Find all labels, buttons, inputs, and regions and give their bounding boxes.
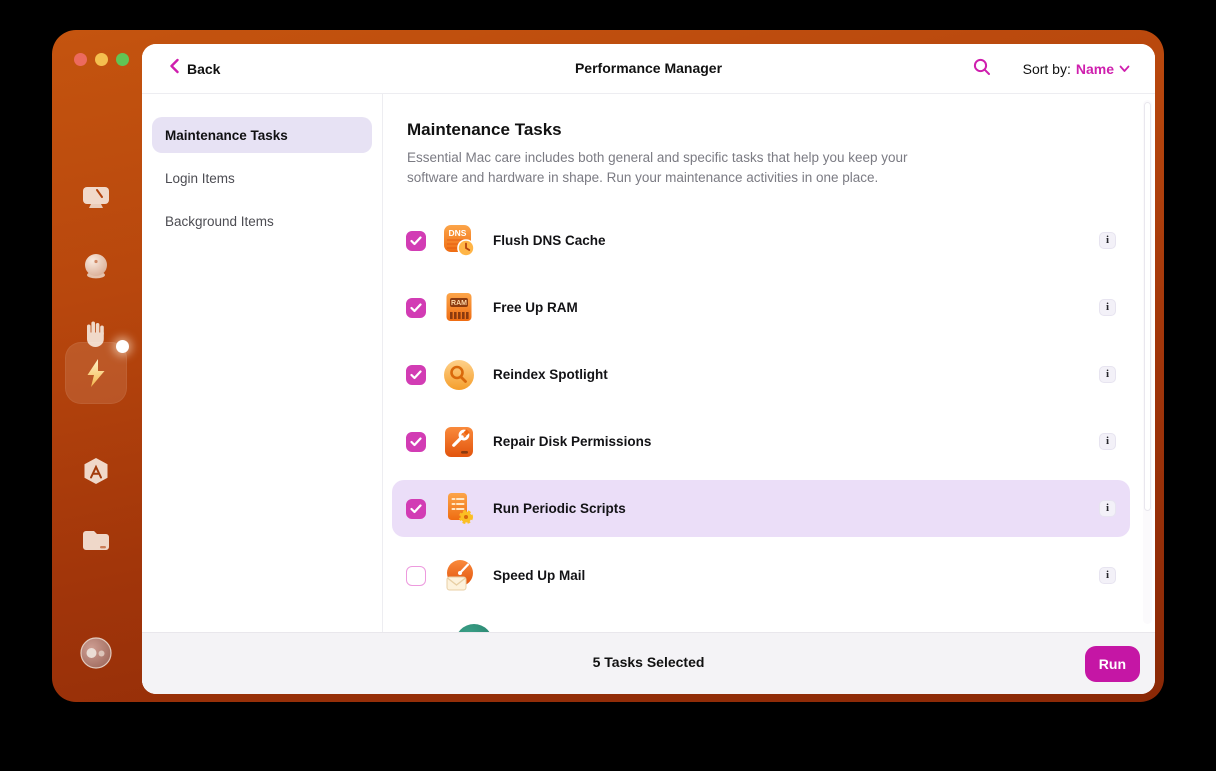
spotlight-magnifier-icon: [441, 357, 477, 393]
info-button[interactable]: i: [1099, 433, 1116, 450]
task-label: Flush DNS Cache: [493, 233, 606, 248]
assistant-button[interactable]: [78, 635, 114, 671]
script-gear-icon: [441, 491, 477, 527]
chevron-down-icon: [1119, 60, 1130, 78]
sidebar-item-my-clutter[interactable]: [78, 523, 114, 559]
task-checkbox[interactable]: [406, 298, 426, 318]
task-row-free-up-ram[interactable]: RAM Free Up RAM i: [392, 279, 1130, 336]
task-label: Run Periodic Scripts: [493, 501, 626, 516]
assistant-face-icon: [78, 635, 114, 671]
task-checkbox[interactable]: [406, 432, 426, 452]
sphere-icon: [78, 249, 114, 285]
footer-bar: 5 Tasks Selected Run: [142, 632, 1155, 694]
desktop-background: Back Performance Manager Sort by: Name: [0, 0, 1216, 771]
task-checkbox[interactable]: [406, 499, 426, 519]
info-button[interactable]: i: [1099, 299, 1116, 316]
section-description: Essential Mac care includes both general…: [407, 148, 919, 187]
nav-item-background-items[interactable]: Background Items: [152, 203, 372, 239]
close-window-button[interactable]: [74, 53, 87, 66]
task-label: Repair Disk Permissions: [493, 434, 651, 449]
mail-speedometer-icon: [441, 558, 477, 594]
section-heading: Maintenance Tasks: [407, 120, 1155, 140]
tasks-selected-status: 5 Tasks Selected: [142, 654, 1155, 670]
task-row-reindex-spotlight[interactable]: Reindex Spotlight i: [392, 346, 1130, 403]
main-panel: Maintenance Tasks Essential Mac care inc…: [383, 94, 1155, 632]
search-icon[interactable]: [973, 58, 991, 81]
task-checkbox[interactable]: [406, 365, 426, 385]
nav-item-login-items[interactable]: Login Items: [152, 160, 372, 196]
nav-item-maintenance-tasks[interactable]: Maintenance Tasks: [152, 117, 372, 153]
run-button[interactable]: Run: [1085, 646, 1140, 682]
disk-wrench-icon: [441, 424, 477, 460]
monitor-icon: [78, 180, 114, 216]
notification-badge: [116, 340, 129, 353]
sidebar-item-performance-active[interactable]: [65, 342, 127, 404]
svg-text:DNS: DNS: [449, 228, 467, 238]
task-label: Speed Up Mail: [493, 568, 585, 583]
task-row-speed-up-mail[interactable]: Speed Up Mail i: [392, 547, 1130, 604]
zoom-window-button[interactable]: [116, 53, 129, 66]
task-checkbox[interactable]: [406, 566, 426, 586]
info-button[interactable]: i: [1099, 500, 1116, 517]
info-button[interactable]: i: [1099, 567, 1116, 584]
dns-cache-icon: DNS: [441, 223, 477, 259]
task-checkbox[interactable]: [406, 231, 426, 251]
task-label: Free Up RAM: [493, 300, 578, 315]
sidebar-item-smart-care[interactable]: [78, 180, 114, 216]
sidebar-item-applications[interactable]: [78, 455, 114, 491]
applications-hexagon-icon: [78, 455, 114, 491]
scrollbar-track[interactable]: [1143, 100, 1152, 624]
ram-chip-icon: RAM: [441, 290, 477, 326]
info-button[interactable]: i: [1099, 366, 1116, 383]
task-row-run-periodic-scripts[interactable]: Run Periodic Scripts i: [392, 480, 1130, 537]
folder-icon: [78, 523, 114, 559]
minimize-window-button[interactable]: [95, 53, 108, 66]
section-nav: Maintenance Tasks Login Items Background…: [142, 94, 383, 694]
sort-by-label: Sort by:: [1023, 61, 1071, 77]
sidebar-item-cleanup[interactable]: [78, 249, 114, 285]
info-button[interactable]: i: [1099, 232, 1116, 249]
svg-text:RAM: RAM: [451, 300, 467, 307]
sort-by-dropdown[interactable]: Sort by: Name: [1023, 60, 1130, 78]
task-label: Reindex Spotlight: [493, 367, 608, 382]
sort-by-value: Name: [1076, 61, 1114, 77]
task-row-flush-dns-cache[interactable]: DNS Flush DNS Cache i: [392, 212, 1130, 269]
traffic-lights: [74, 53, 129, 66]
titlebar: Back Performance Manager Sort by: Name: [142, 44, 1155, 94]
app-window: Back Performance Manager Sort by: Name: [52, 30, 1164, 702]
task-row-repair-disk-permissions[interactable]: Repair Disk Permissions i: [392, 413, 1130, 470]
content-card: Back Performance Manager Sort by: Name: [142, 44, 1155, 694]
task-list: DNS Flush DNS Cache i: [392, 212, 1130, 614]
scrollbar-thumb[interactable]: [1144, 102, 1151, 511]
